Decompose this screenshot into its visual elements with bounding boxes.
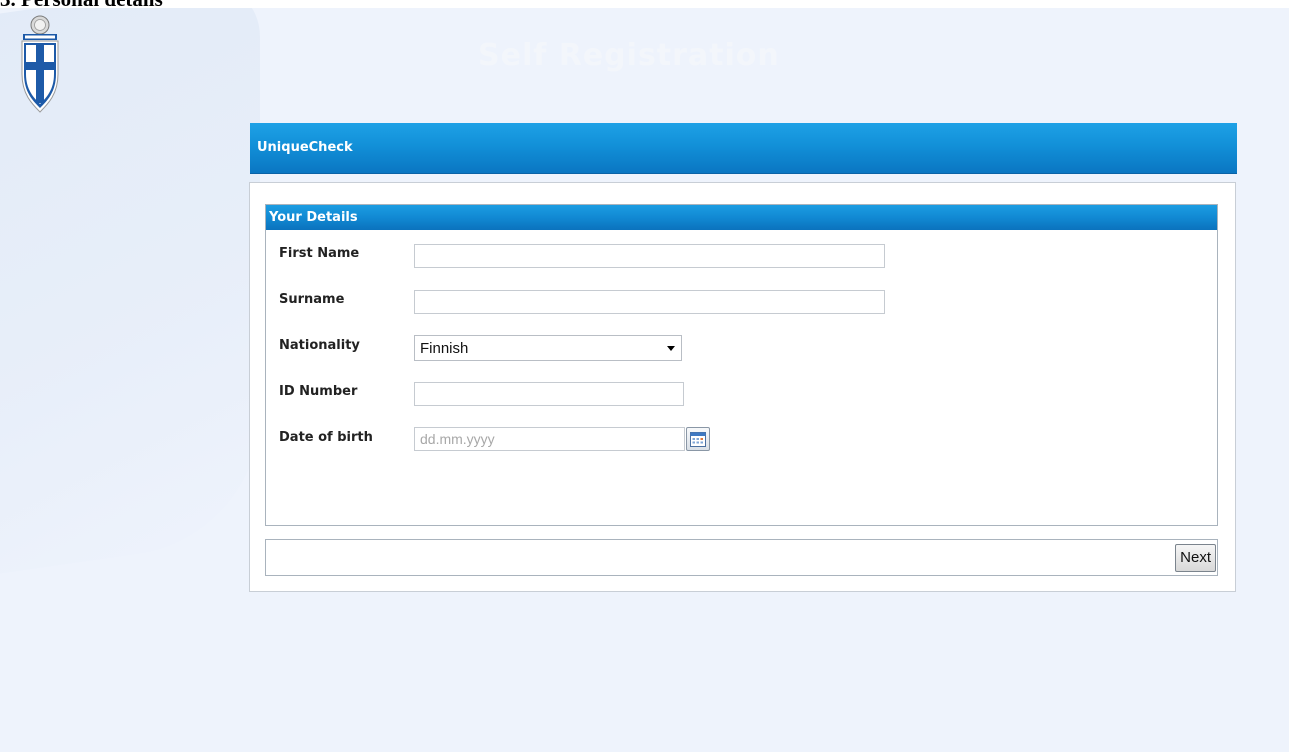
app-title: Self Registration	[478, 38, 780, 73]
surname-input[interactable]	[414, 290, 885, 314]
details-title: Your Details	[269, 210, 358, 225]
self-registration-app: Self Registration UniqueCheck Your Detai…	[0, 8, 1289, 752]
top-bar: UniqueCheck	[250, 123, 1237, 174]
surname-label: Surname	[279, 292, 345, 307]
details-section: Your Details First Name Surname National…	[265, 204, 1218, 526]
first-name-label: First Name	[279, 246, 360, 261]
nationality-label: Nationality	[279, 338, 360, 353]
nationality-select[interactable]: Finnish	[414, 335, 682, 361]
id-number-label: ID Number	[279, 384, 358, 399]
top-bar-title: UniqueCheck	[257, 140, 353, 155]
nationality-selected-value: Finnish	[420, 340, 469, 357]
form-footer: Next	[265, 539, 1218, 576]
calendar-icon	[690, 432, 706, 447]
next-button[interactable]: Next	[1175, 544, 1216, 572]
date-of-birth-input[interactable]	[414, 427, 685, 451]
calendar-button[interactable]	[686, 427, 710, 451]
chevron-down-icon	[667, 346, 675, 351]
first-name-input[interactable]	[414, 244, 885, 268]
date-of-birth-label: Date of birth	[279, 430, 373, 445]
details-header: Your Details	[266, 205, 1217, 230]
shield-logo	[21, 15, 59, 113]
id-number-input[interactable]	[414, 382, 684, 406]
registration-panel: Your Details First Name Surname National…	[249, 182, 1236, 592]
